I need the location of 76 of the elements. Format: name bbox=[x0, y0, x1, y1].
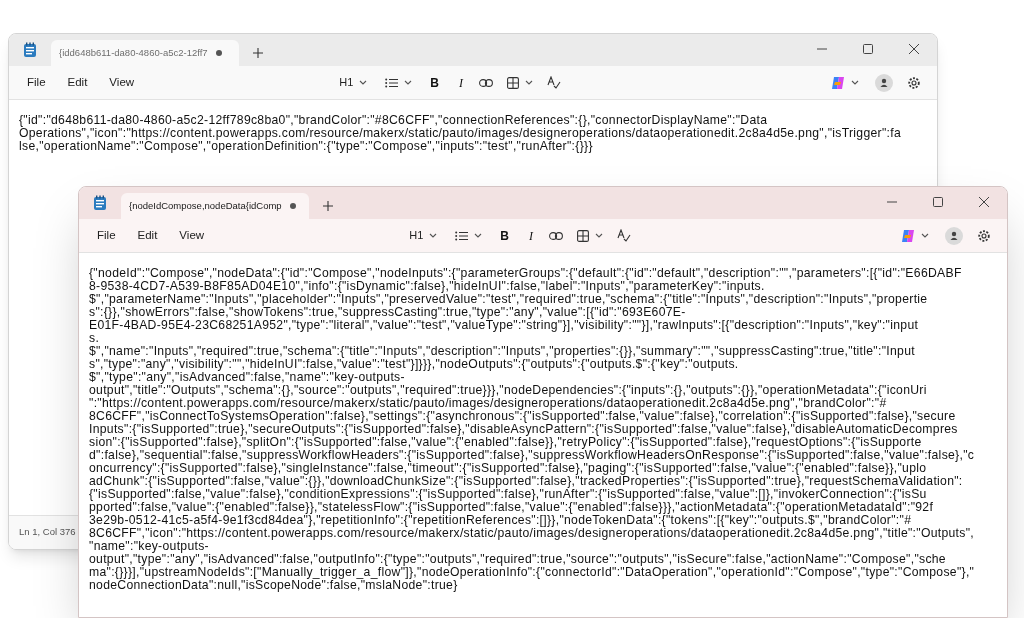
editor-area[interactable] bbox=[79, 253, 1007, 617]
menu-item[interactable]: View bbox=[103, 73, 141, 92]
list-icon[interactable] bbox=[455, 230, 469, 241]
table-icon[interactable] bbox=[507, 76, 519, 89]
add-tab-icon[interactable] bbox=[253, 48, 263, 58]
settings-icon[interactable] bbox=[907, 75, 921, 90]
text-line: ":"https://content.powerapps.com/resource/makerx/static/pauto/images/designeroperations/dataoperationedit.2c8a4d5e.png","brandColor":"# bbox=[89, 397, 887, 410]
chevron-icon[interactable] bbox=[851, 80, 859, 85]
link-icon[interactable] bbox=[479, 78, 493, 87]
close-icon[interactable] bbox=[909, 44, 919, 54]
tab-title: {nodeIdCompose,nodeData{idComp bbox=[129, 198, 282, 213]
text-line: s","type":"any","visibility":"","hideInUI":false,"value":"test"}]}}},"nodeOutputs":{"outputs":{"outputs.$":{"key":"outputs. bbox=[89, 358, 739, 371]
chevron-icon[interactable] bbox=[474, 233, 483, 238]
copilot-icon[interactable] bbox=[901, 228, 915, 243]
bold-button[interactable]: B bbox=[426, 73, 443, 92]
text-line: pported":false,"value":{"enabled":false}},"statelessFlow":{"isSupported":false,"value":{"enabled":false}}},"actionMetadata":{"operationMetadataId":"92f bbox=[89, 501, 934, 514]
bold-button[interactable]: B bbox=[496, 226, 513, 245]
text-line: lse,"operationName":"Compose","operationDefinition":{"type":"Compose","inputs":"test","runAfter":{}}} bbox=[19, 140, 593, 153]
link-icon[interactable] bbox=[549, 231, 563, 240]
chevron-icon[interactable] bbox=[595, 233, 603, 238]
account-icon[interactable] bbox=[945, 226, 963, 245]
add-tab-icon[interactable] bbox=[323, 201, 333, 211]
text-line: {"isSupported":false,"value":false},"conditionExpressions":{"isSupported":false},"runAfter":{"isSupported":false,"value":[]},"invokerConnection":{"isSu bbox=[89, 488, 927, 501]
text-line: E01F-4BAD-95E4-23C68251A952","type":"literal","value":"test","valueType":"string"}],"visibility":""}],"rawInputs":[{"description":"Inputs","key":"input bbox=[89, 319, 919, 332]
text-line: nodeConnectionData":null,"isScopeNode":false,"mslaNode":true} bbox=[89, 579, 458, 592]
list-icon[interactable] bbox=[385, 77, 399, 88]
table-icon[interactable] bbox=[577, 229, 589, 242]
italic-button[interactable]: I bbox=[525, 226, 537, 245]
text-line: $","name":"Inputs","required":true,"schema":{"title":"Inputs","description":"Inputs","properties":{}},"summary":"","suppressCasting":true,"title":"Input bbox=[89, 345, 915, 358]
close-icon[interactable] bbox=[979, 197, 989, 207]
maximize-icon[interactable] bbox=[863, 44, 873, 54]
settings-icon[interactable] bbox=[977, 228, 991, 243]
chevron-icon[interactable] bbox=[921, 233, 929, 238]
text-line: output","type":"any","isAdvanced":false,"outputInfo":{"type":"outputs","required":true,"source":"outputs","isSecure":false,"actionName":"Compose","sche bbox=[89, 553, 946, 566]
spellcheck-icon[interactable] bbox=[547, 76, 561, 89]
spellcheck-icon[interactable] bbox=[617, 229, 631, 242]
account-icon[interactable] bbox=[875, 73, 893, 92]
text-line: 8-9538-4CD7-A539-B8F85AD04E10","info":{"isDynamic":false},"hideInUI":false,"label":"Inputs","parameterKey":"inputs. bbox=[89, 280, 765, 293]
text-line: {"id":"d648b611-da80-4860-a5c2-12ff789c8ba0","brandColor":"#8C6CFF","connectionReferences":{},"connectorDisplayName":"Data bbox=[19, 114, 768, 127]
heading-dropdown[interactable]: H1 bbox=[335, 74, 372, 91]
maximize-icon[interactable] bbox=[933, 197, 943, 207]
chevron-icon[interactable] bbox=[525, 80, 533, 85]
text-line: Operations","icon":"https://content.powerapps.com/resource/makerx/static/pauto/images/designeroperations/dataoperationedit.2c8a4d5e.png","isTrigger":fa bbox=[19, 127, 901, 140]
text-line: oncurrency":{"isSupported":false},"singleInstance":false,"timeout":{"isSupported":false},"paging":{"isSupported":false,"value":{"enabled":false}},"uplo bbox=[89, 462, 927, 475]
menu-item[interactable]: File bbox=[21, 73, 52, 92]
chevron-icon bbox=[429, 233, 438, 238]
menu-item[interactable]: Edit bbox=[61, 73, 94, 92]
menu-item[interactable]: Edit bbox=[131, 226, 164, 245]
text-line: "name":"key-outputs- bbox=[89, 540, 209, 553]
chevron-icon bbox=[359, 80, 368, 85]
copilot-icon[interactable] bbox=[831, 75, 845, 90]
text-line: Inputs":{"isSupported":true},"secureOutputs":{"isSupported":false},"disableAsyncPattern":{"isSupported":false,"value":false},"disableAutomaticDecompres bbox=[89, 423, 958, 436]
text-line: 8C6CFF","icon":"https://content.powerapps.com/resource/makerx/static/pauto/images/designeroperations/dataoperationedit.2c8a4d5e.png","title":"Outputs", bbox=[89, 527, 974, 540]
menu-item[interactable]: View bbox=[173, 226, 211, 245]
text-line: 8C6CFF","isConnectToSystemsOperation":false},"settings":{"asynchronous":{"isSupported":false,"value":false},"correlation":{"isSupported":false},"secure bbox=[89, 410, 956, 423]
text-line: $","parameterName":"Inputs","placeholder":"Inputs","preservedValue":"test","required":true,"schema":{"title":"Inputs","description":"Inputs","propertie bbox=[89, 293, 928, 306]
text-line: sion":{"isSupported":false},"splitOn":{"isSupported":false,"value":{"enabled":false}},"retryPolicy":{"isSupported":false},"requestOptions":{"isSupporte bbox=[89, 436, 922, 449]
cursor-position: Ln 1, Col 376 bbox=[19, 525, 76, 540]
tab-title: {idd648b611-da80-4860-a5c2-12ff7 bbox=[59, 45, 208, 60]
document-tab[interactable]: {idd648b611-da80-4860-a5c2-12ff7 bbox=[51, 40, 239, 66]
text-line: s. bbox=[89, 332, 100, 345]
text-line: d":false},"sequential":false,"suppressWorkflowHeaders":{"isSupported":false},"suppressWorkflowHeadersOnResponse":{"isSupported":false,"value":false},"c bbox=[89, 449, 975, 462]
text-line: s":{}},"showErrors":false,"showTokens":true,"suppressCasting":true,"type":"any","value":[{"id":"693E607E- bbox=[89, 306, 686, 319]
italic-button[interactable]: I bbox=[455, 73, 467, 92]
menu-item[interactable]: File bbox=[91, 226, 122, 245]
text-line: adChunk":{"isSupported":false,"value":{}},"downloadChunkSize":{"isSupported":false},"trackedProperties":{"isSupported":true},"requestSchemaValidation": bbox=[89, 475, 963, 488]
notepad-icon bbox=[93, 195, 107, 211]
chevron-icon[interactable] bbox=[404, 80, 413, 85]
text-line: ma":{}}}],"upstreamNodeIds":["Manually_trigger_a_flow"]},"nodeOperationInfo":{"connectorId":"DataOperation","operationId":"Compose","type":"Compose"}," bbox=[89, 566, 975, 579]
text-line: {"nodeId":"Compose","nodeData":{"id":"Compose","nodeInputs":{"parameterGroups":{"default":{"id":"default","description":"","parameters":[{"id":"E66DABF bbox=[89, 267, 962, 280]
text-line: 3e29b-0512-41c5-a5f4-9e1f3cd84dea"},"repetitionInfo":{"repetitionReferences":[]}},"nodeTokenData":{"tokens":[{"key":"outputs.$","brandColor":"# bbox=[89, 514, 912, 527]
text-line: output","title":"Outputs","schema":{},"source":"outputs","required":true}}},"nodeDependencies":{"inputs":{},"outputs":{}},"operationMetadata":{"iconUri bbox=[89, 384, 927, 397]
heading-dropdown[interactable]: H1 bbox=[405, 227, 442, 244]
document-tab[interactable]: {nodeIdCompose,nodeData{idComp bbox=[121, 193, 309, 219]
text-line: $","type":"any","isAdvanced":false,"name":"key-outputs- bbox=[89, 371, 405, 384]
notepad-icon bbox=[23, 42, 37, 58]
